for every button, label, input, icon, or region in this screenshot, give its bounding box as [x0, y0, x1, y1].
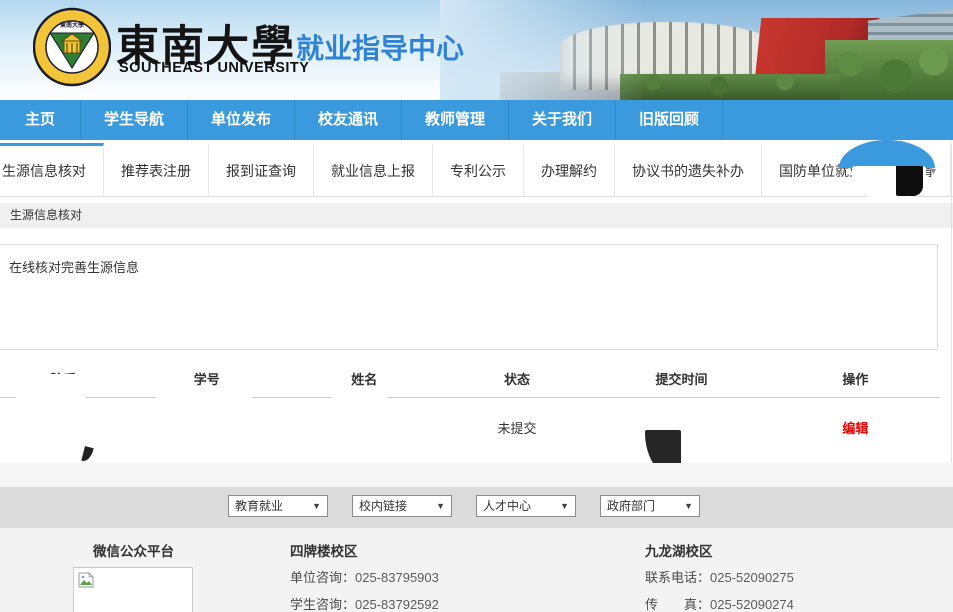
dropdown-caret-icon: ▼: [436, 496, 445, 516]
edit-link[interactable]: 编辑: [842, 421, 868, 436]
col-header-name: 姓名: [287, 369, 442, 388]
campus1-employer-phone: 单位咨询：025-83795903: [290, 567, 439, 586]
tab-employment-report[interactable]: 就业信息上报: [314, 143, 433, 197]
campus2-title: 九龙湖校区: [645, 540, 713, 560]
dropdown-caret-icon: ▼: [312, 496, 321, 516]
user-menu-caret-icon[interactable]: ▼: [929, 166, 938, 176]
nav-item-alumni[interactable]: 校友通讯: [295, 100, 402, 140]
employment-center-page: 東南大學 東南大學 SOUTHEAST UNIVERSITY 就业指导中心 主页…: [0, 0, 953, 612]
sub-tabbar: 生源信息核对 推荐表注册 报到证查询 就业信息上报 专利公示 办理解约 协议书的…: [0, 143, 953, 197]
tab-source-info-check[interactable]: 生源信息核对: [0, 143, 104, 197]
dropdown-caret-icon: ▼: [560, 496, 569, 516]
tab-registration-card[interactable]: 报到证查询: [209, 143, 314, 197]
tab-agreement-reissue[interactable]: 协议书的遗失补办: [615, 143, 762, 197]
main-navbar: 主页 学生导航 单位发布 校友通讯 教师管理 关于我们 旧版回顾: [0, 100, 953, 140]
select-education-employment[interactable]: 教育就业 ▼: [228, 495, 328, 517]
page-footer: 微信公众平台 四牌楼校区 单位咨询：025-83795903 学生咨询：025-…: [0, 528, 953, 612]
col-header-student-id: 学号: [127, 369, 287, 388]
dropdown-caret-icon: ▼: [684, 496, 693, 516]
section-titlebar: 生源信息核对: [0, 203, 953, 228]
table-header-row: 院系 学号 姓名 状态 提交时间 操作: [0, 360, 940, 398]
cell-action: 编辑: [771, 418, 940, 437]
intro-box: 在线核对完善生源信息: [0, 244, 938, 350]
nav-item-student[interactable]: 学生导航: [81, 100, 188, 140]
intro-text: 在线核对完善生源信息: [0, 245, 937, 276]
tab-patent-notice[interactable]: 专利公示: [433, 143, 524, 197]
redaction-black-square: [896, 166, 923, 196]
nav-item-about[interactable]: 关于我们: [509, 100, 616, 140]
wechat-qr-placeholder: [73, 567, 193, 612]
table-row: 未提交 编辑: [0, 398, 940, 456]
site-header: 東南大學 東南大學 SOUTHEAST UNIVERSITY 就业指导中心: [0, 0, 953, 100]
campus2-contact-phone: 联系电话：025-52090275: [645, 567, 794, 586]
campus1-title: 四牌楼校区: [290, 540, 358, 560]
col-header-action: 操作: [771, 369, 940, 388]
nav-item-home[interactable]: 主页: [0, 100, 81, 140]
tab-contract-cancel[interactable]: 办理解约: [524, 143, 615, 197]
select-campus-links[interactable]: 校内链接 ▼: [352, 495, 452, 517]
site-title: 就业指导中心: [296, 27, 464, 67]
tab-recommend-form[interactable]: 推荐表注册: [104, 143, 209, 197]
redaction-department-value: [81, 446, 93, 463]
university-name-en: SOUTHEAST UNIVERSITY: [119, 60, 309, 76]
broken-image-icon: [78, 572, 94, 588]
student-info-table: 院系 学号 姓名 状态 提交时间 操作 未提交 编辑: [0, 360, 940, 456]
nav-item-old-version[interactable]: 旧版回顾: [616, 100, 723, 140]
nav-item-employer[interactable]: 单位发布: [188, 100, 295, 140]
spacer-band: [0, 463, 953, 487]
select-talent-center[interactable]: 人才中心 ▼: [476, 495, 576, 517]
campus-photo: [440, 0, 953, 100]
col-header-status: 状态: [442, 369, 592, 388]
university-logo-icon: 東南大學: [33, 7, 111, 87]
page-title: 生源信息核对: [10, 208, 82, 222]
col-header-submit-time: 提交时间: [592, 369, 771, 388]
svg-text:東南大學: 東南大學: [60, 21, 84, 29]
wechat-platform-title: 微信公众平台: [93, 540, 174, 560]
campus2-fax: 传 真：025-52090274: [645, 594, 794, 612]
select-government[interactable]: 政府部门 ▼: [600, 495, 700, 517]
redaction-header-patch: [45, 374, 107, 394]
container-right-border: [951, 143, 952, 463]
nav-item-teacher[interactable]: 教师管理: [402, 100, 509, 140]
campus1-student-phone: 学生咨询：025-83792592: [290, 594, 439, 612]
cell-status: 未提交: [442, 418, 592, 437]
